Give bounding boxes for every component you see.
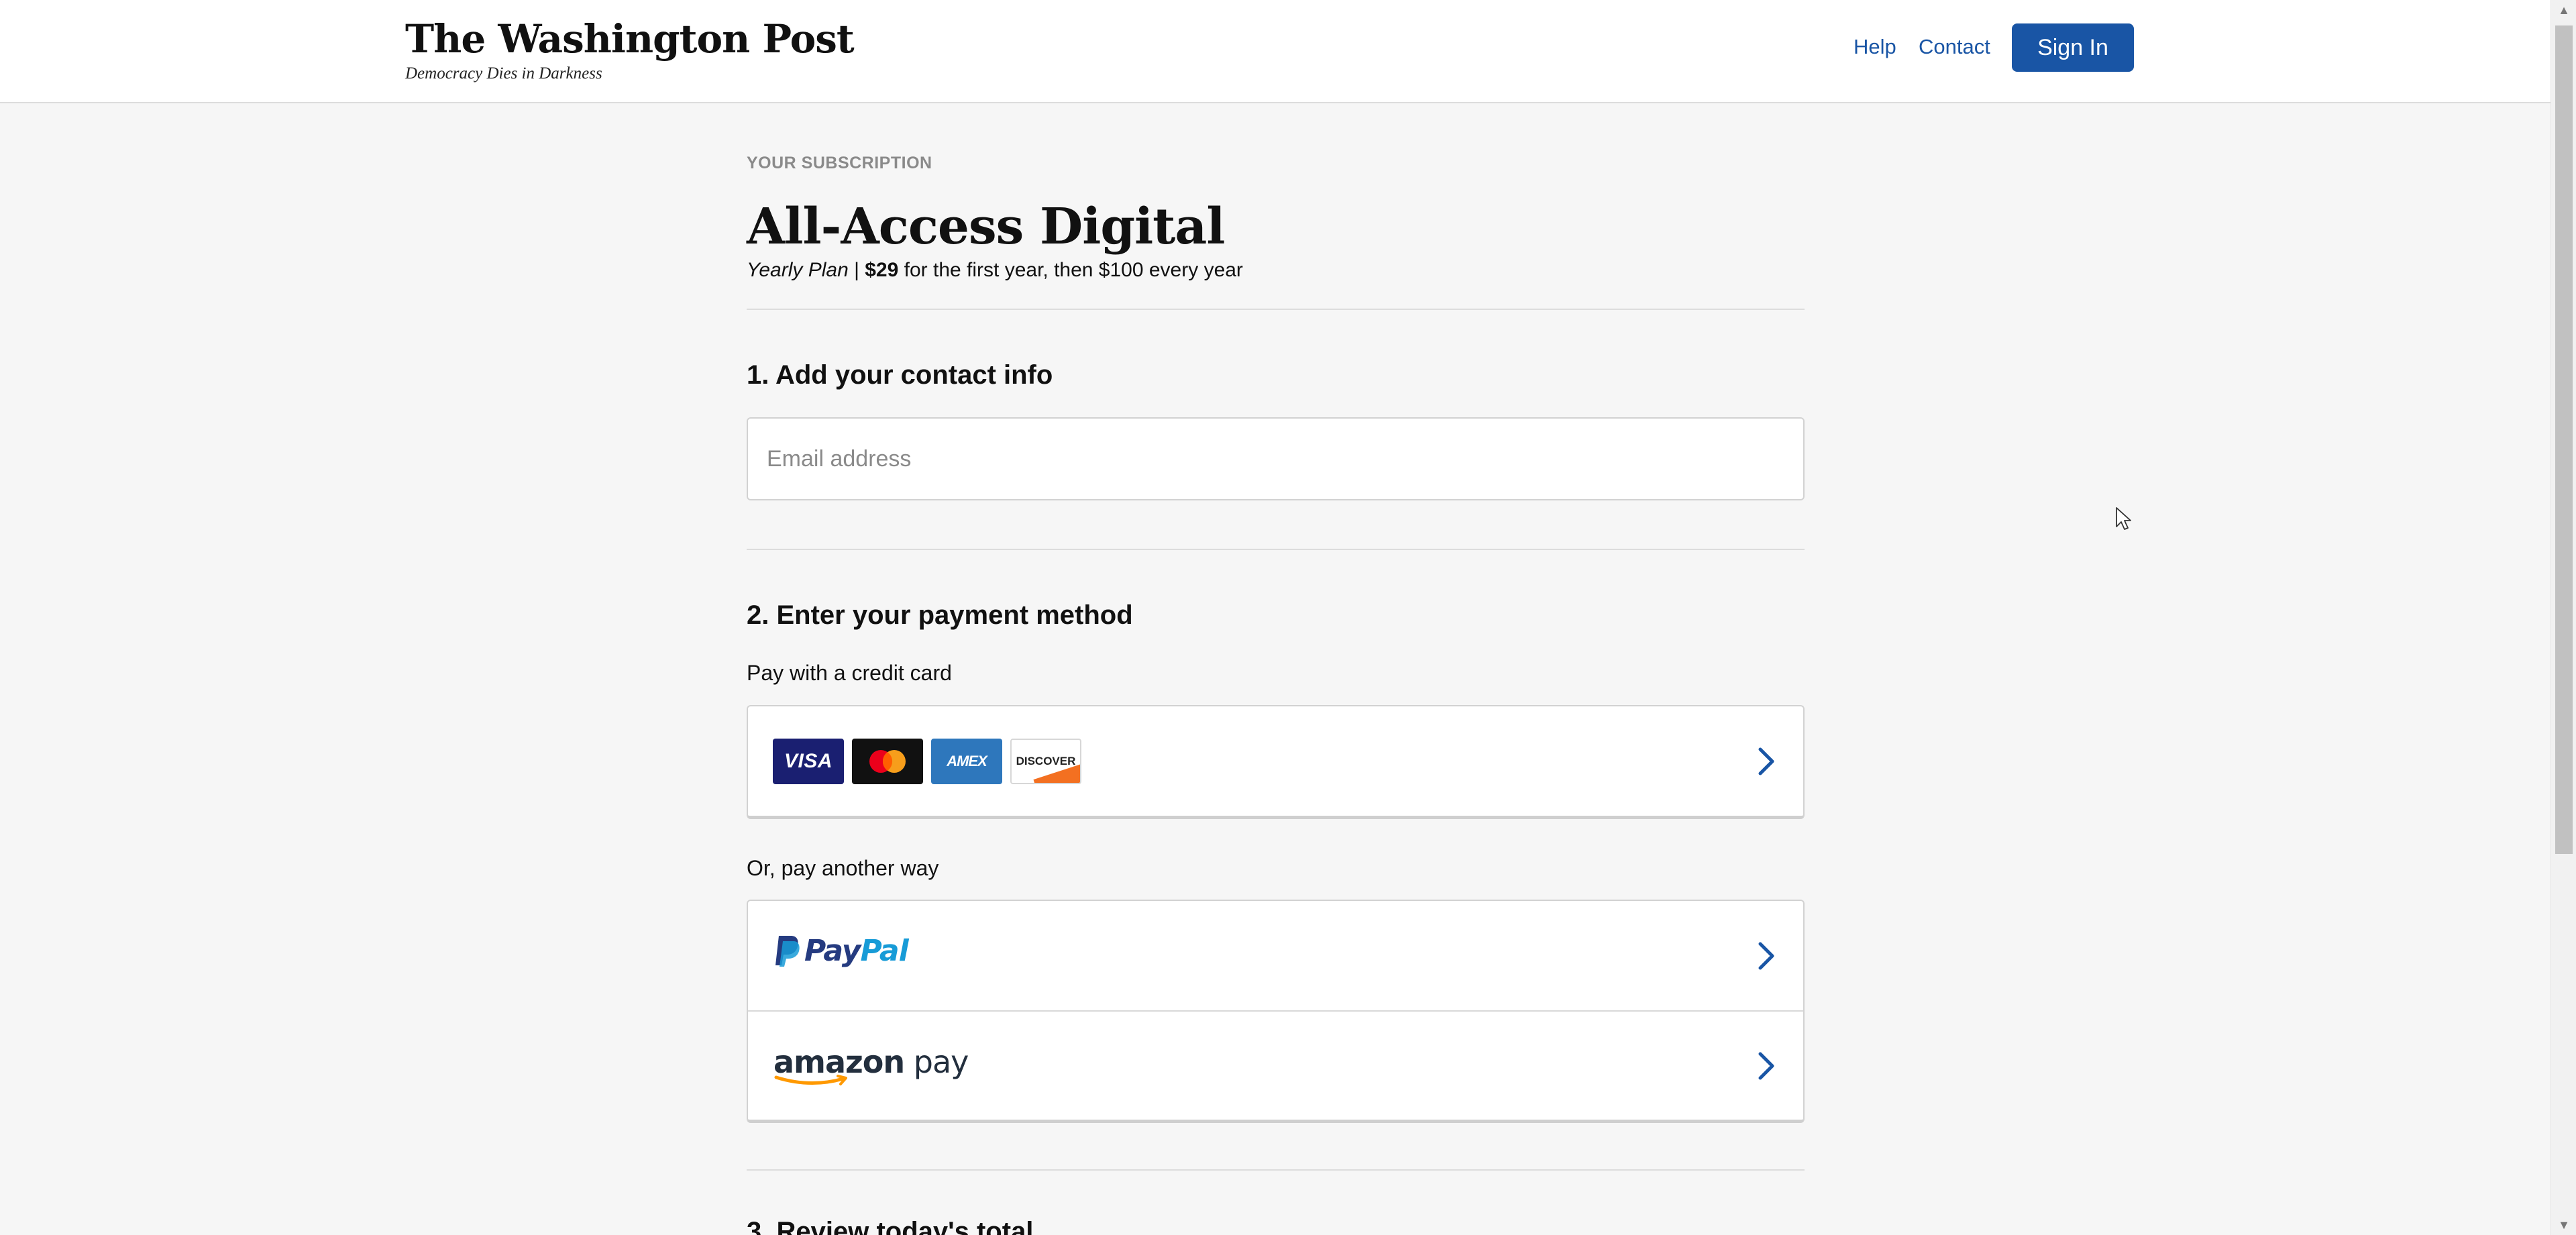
visa-label: VISA	[784, 750, 833, 772]
amex-label: AMEX	[947, 753, 987, 769]
divider	[747, 309, 1805, 310]
intro-price: $29	[865, 259, 899, 281]
paypal-pay: Pay	[804, 933, 861, 968]
mastercard-icon	[852, 739, 923, 784]
chevron-right-icon	[1758, 942, 1774, 969]
plan-name: Yearly Plan	[747, 259, 849, 281]
plan-separator: |	[854, 259, 859, 281]
payment-heading: 2. Enter your payment method	[747, 600, 1133, 630]
chevron-right-icon	[1758, 1052, 1774, 1079]
contact-heading: 1. Add your contact info	[747, 360, 1053, 390]
amazon-pay-logo: amazon pay	[773, 1044, 969, 1088]
mouse-cursor-icon	[2116, 507, 2131, 530]
paypal-option[interactable]: PayPal	[748, 901, 1803, 1010]
paypal-pal: Pal	[860, 933, 908, 968]
amazon-pay-word: pay	[913, 1044, 969, 1080]
amazon-pay-wordmark: amazon pay	[773, 1044, 969, 1080]
credit-card-label: Pay with a credit card	[747, 661, 952, 685]
email-field[interactable]	[747, 417, 1805, 500]
discover-icon: DISCOVER	[1010, 739, 1081, 784]
page-scrollbar[interactable]: ▲ ▼	[2551, 0, 2576, 1235]
mastercard-circles	[869, 750, 906, 773]
contact-link[interactable]: Contact	[1919, 35, 1990, 59]
price-terms: for the first year, then $100 every year	[904, 259, 1243, 281]
subscription-eyebrow: YOUR SUBSCRIPTION	[747, 154, 932, 172]
scrollbar-thumb[interactable]	[2555, 25, 2573, 854]
plan-title: All-Access Digital	[747, 198, 1225, 256]
sign-in-button[interactable]: Sign In	[2012, 23, 2134, 72]
credit-card-option[interactable]: VISA AMEX DISCOVER	[747, 705, 1805, 819]
logo-tagline: Democracy Dies in Darkness	[405, 64, 602, 83]
discover-label: DISCOVER	[1016, 755, 1076, 767]
visa-icon: VISA	[773, 739, 844, 784]
card-brand-logos: VISA AMEX DISCOVER	[773, 739, 1081, 784]
divider	[747, 549, 1805, 550]
scroll-up-arrow-icon[interactable]: ▲	[2551, 0, 2576, 20]
divider	[747, 1169, 1805, 1171]
amex-icon: AMEX	[931, 739, 1002, 784]
credit-card-row[interactable]: VISA AMEX DISCOVER	[748, 706, 1803, 816]
logo-title: The Washington Post	[405, 16, 855, 62]
paypal-wordmark: PayPal	[804, 933, 909, 968]
amazon-word: amazon	[773, 1044, 905, 1080]
scroll-down-arrow-icon[interactable]: ▼	[2551, 1215, 2576, 1235]
paypal-icon	[775, 936, 800, 967]
site-header: The Washington Post Democracy Dies in Da…	[0, 0, 2551, 103]
alternative-payment-options: PayPal amazon pay	[747, 900, 1805, 1123]
review-heading: 3. Review today's total	[747, 1217, 1034, 1235]
amazon-pay-option[interactable]: amazon pay	[748, 1010, 1803, 1120]
plan-description: Yearly Plan | $29 for the first year, th…	[747, 259, 1243, 282]
help-link[interactable]: Help	[1854, 35, 1896, 59]
other-payment-label: Or, pay another way	[747, 856, 939, 880]
wapo-logo[interactable]: The Washington Post Democracy Dies in Da…	[405, 15, 855, 83]
chevron-right-icon	[1758, 747, 1774, 775]
paypal-logo: PayPal	[773, 933, 909, 968]
